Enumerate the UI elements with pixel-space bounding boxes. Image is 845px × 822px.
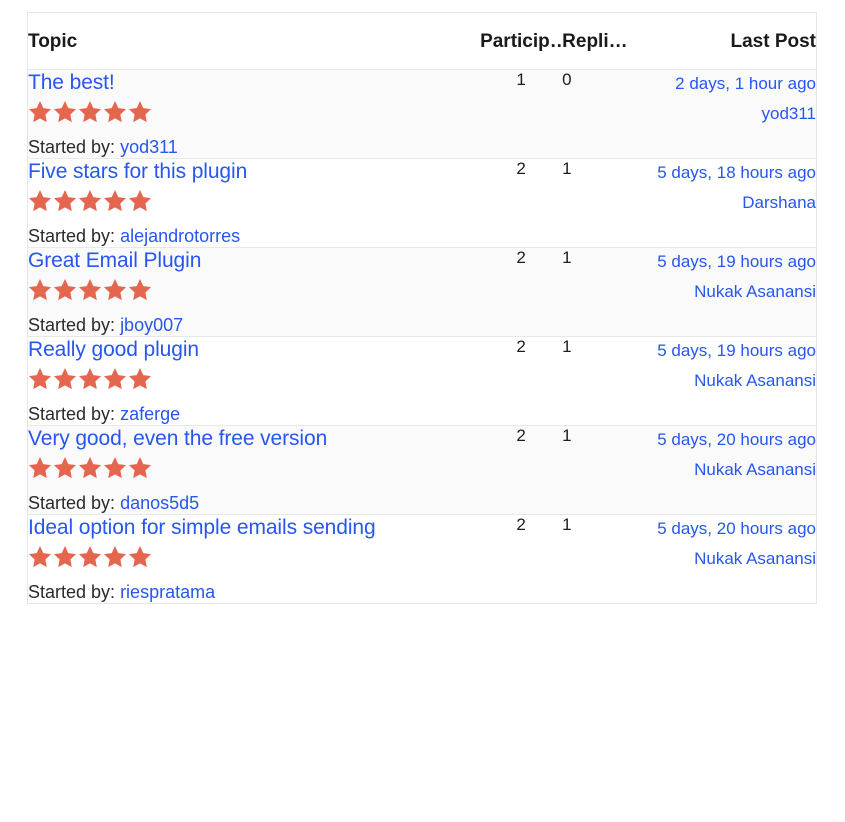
topic-author-link[interactable]: riespratama — [120, 582, 215, 602]
last-post-author-link[interactable]: Nukak Asanansi — [642, 281, 816, 303]
last-post-author-link[interactable]: Nukak Asanansi — [642, 370, 816, 392]
star-rating — [28, 100, 480, 123]
table-row: Five stars for this plugin Started by: al… — [27, 158, 817, 248]
forum-topics-page: Topic Particip… Repli… Last Post The bes… — [0, 0, 845, 822]
started-by: Started by: alejandrotorres — [28, 225, 480, 247]
table-row: Great Email Plugin Started by: jboy007 2 1 5… — [27, 247, 817, 337]
started-by: Started by: danos5d5 — [28, 492, 480, 514]
topic-cell: Ideal option for simple emails sending St… — [27, 514, 481, 604]
last-post-cell: 5 days, 19 hours ago Nukak Asanansi — [642, 336, 817, 426]
star-rating — [28, 545, 480, 568]
last-post-time-link[interactable]: 5 days, 20 hours ago — [642, 515, 816, 542]
table-row: Ideal option for simple emails sending St… — [27, 514, 817, 604]
table-body: The best! Started by: yod311 1 0 2 days, 1 h… — [27, 69, 817, 604]
topic-author-link[interactable]: zaferge — [120, 404, 180, 424]
participants-count: 2 — [480, 514, 563, 604]
replies-count: 1 — [562, 247, 643, 337]
topic-title-link[interactable]: Five stars for this plugin — [28, 159, 247, 184]
started-by-label: Started by: — [28, 493, 116, 513]
last-post-time-link[interactable]: 5 days, 18 hours ago — [642, 159, 816, 186]
participants-count: 2 — [480, 158, 563, 248]
star-rating — [28, 189, 480, 212]
topic-author-link[interactable]: danos5d5 — [120, 493, 199, 513]
started-by-label: Started by: — [28, 226, 116, 246]
last-post-author-link[interactable]: Nukak Asanansi — [642, 548, 816, 570]
last-post-author-link[interactable]: Nukak Asanansi — [642, 459, 816, 481]
replies-count: 1 — [562, 425, 643, 515]
last-post-author-link[interactable]: Darshana — [642, 192, 816, 214]
participants-count: 1 — [480, 69, 563, 159]
started-by-label: Started by: — [28, 137, 116, 157]
column-header-topic: Topic — [27, 12, 481, 70]
table-header: Topic Particip… Repli… Last Post — [27, 12, 817, 70]
topic-title-link[interactable]: The best! — [28, 70, 115, 95]
last-post-cell: 5 days, 20 hours ago Nukak Asanansi — [642, 425, 817, 515]
table-header-row: Topic Particip… Repli… Last Post — [27, 12, 817, 70]
star-rating — [28, 278, 480, 301]
column-header-last-post: Last Post — [642, 12, 817, 70]
last-post-cell: 2 days, 1 hour ago yod311 — [642, 69, 817, 159]
topic-cell: Very good, even the free version Started … — [27, 425, 481, 515]
forum-topics-table: Topic Particip… Repli… Last Post The bes… — [27, 12, 817, 604]
topic-author-link[interactable]: alejandrotorres — [120, 226, 240, 246]
replies-count: 0 — [562, 69, 643, 159]
table-row: The best! Started by: yod311 1 0 2 days, 1 h… — [27, 69, 817, 159]
participants-count: 2 — [480, 247, 563, 337]
topic-title-link[interactable]: Ideal option for simple emails sending — [28, 515, 376, 540]
column-header-participants: Particip… — [480, 12, 563, 70]
replies-count: 1 — [562, 514, 643, 604]
topic-author-link[interactable]: jboy007 — [120, 315, 183, 335]
star-rating — [28, 367, 480, 390]
started-by: Started by: riespratama — [28, 581, 480, 603]
star-rating — [28, 456, 480, 479]
participants-count: 2 — [480, 425, 563, 515]
last-post-cell: 5 days, 18 hours ago Darshana — [642, 158, 817, 248]
started-by: Started by: zaferge — [28, 403, 480, 425]
replies-count: 1 — [562, 158, 643, 248]
participants-count: 2 — [480, 336, 563, 426]
topic-title-link[interactable]: Great Email Plugin — [28, 248, 201, 273]
topic-author-link[interactable]: yod311 — [120, 137, 178, 157]
topic-title-link[interactable]: Very good, even the free version — [28, 426, 327, 451]
topic-cell: The best! Started by: yod311 — [27, 69, 481, 159]
table-row: Really good plugin Started by: zaferge 2 1 5… — [27, 336, 817, 426]
started-by: Started by: yod311 — [28, 136, 480, 158]
last-post-author-link[interactable]: yod311 — [642, 103, 816, 125]
started-by: Started by: jboy007 — [28, 314, 480, 336]
last-post-time-link[interactable]: 5 days, 19 hours ago — [642, 248, 816, 275]
started-by-label: Started by: — [28, 315, 116, 335]
replies-count: 1 — [562, 336, 643, 426]
topic-cell: Five stars for this plugin Started by: al… — [27, 158, 481, 248]
table-row: Very good, even the free version Started … — [27, 425, 817, 515]
last-post-time-link[interactable]: 2 days, 1 hour ago — [642, 70, 816, 97]
topic-cell: Great Email Plugin Started by: jboy007 — [27, 247, 481, 337]
column-header-replies: Repli… — [562, 12, 643, 70]
last-post-time-link[interactable]: 5 days, 19 hours ago — [642, 337, 816, 364]
started-by-label: Started by: — [28, 582, 116, 602]
last-post-time-link[interactable]: 5 days, 20 hours ago — [642, 426, 816, 453]
last-post-cell: 5 days, 20 hours ago Nukak Asanansi — [642, 514, 817, 604]
last-post-cell: 5 days, 19 hours ago Nukak Asanansi — [642, 247, 817, 337]
topic-title-link[interactable]: Really good plugin — [28, 337, 199, 362]
started-by-label: Started by: — [28, 404, 116, 424]
topic-cell: Really good plugin Started by: zaferge — [27, 336, 481, 426]
